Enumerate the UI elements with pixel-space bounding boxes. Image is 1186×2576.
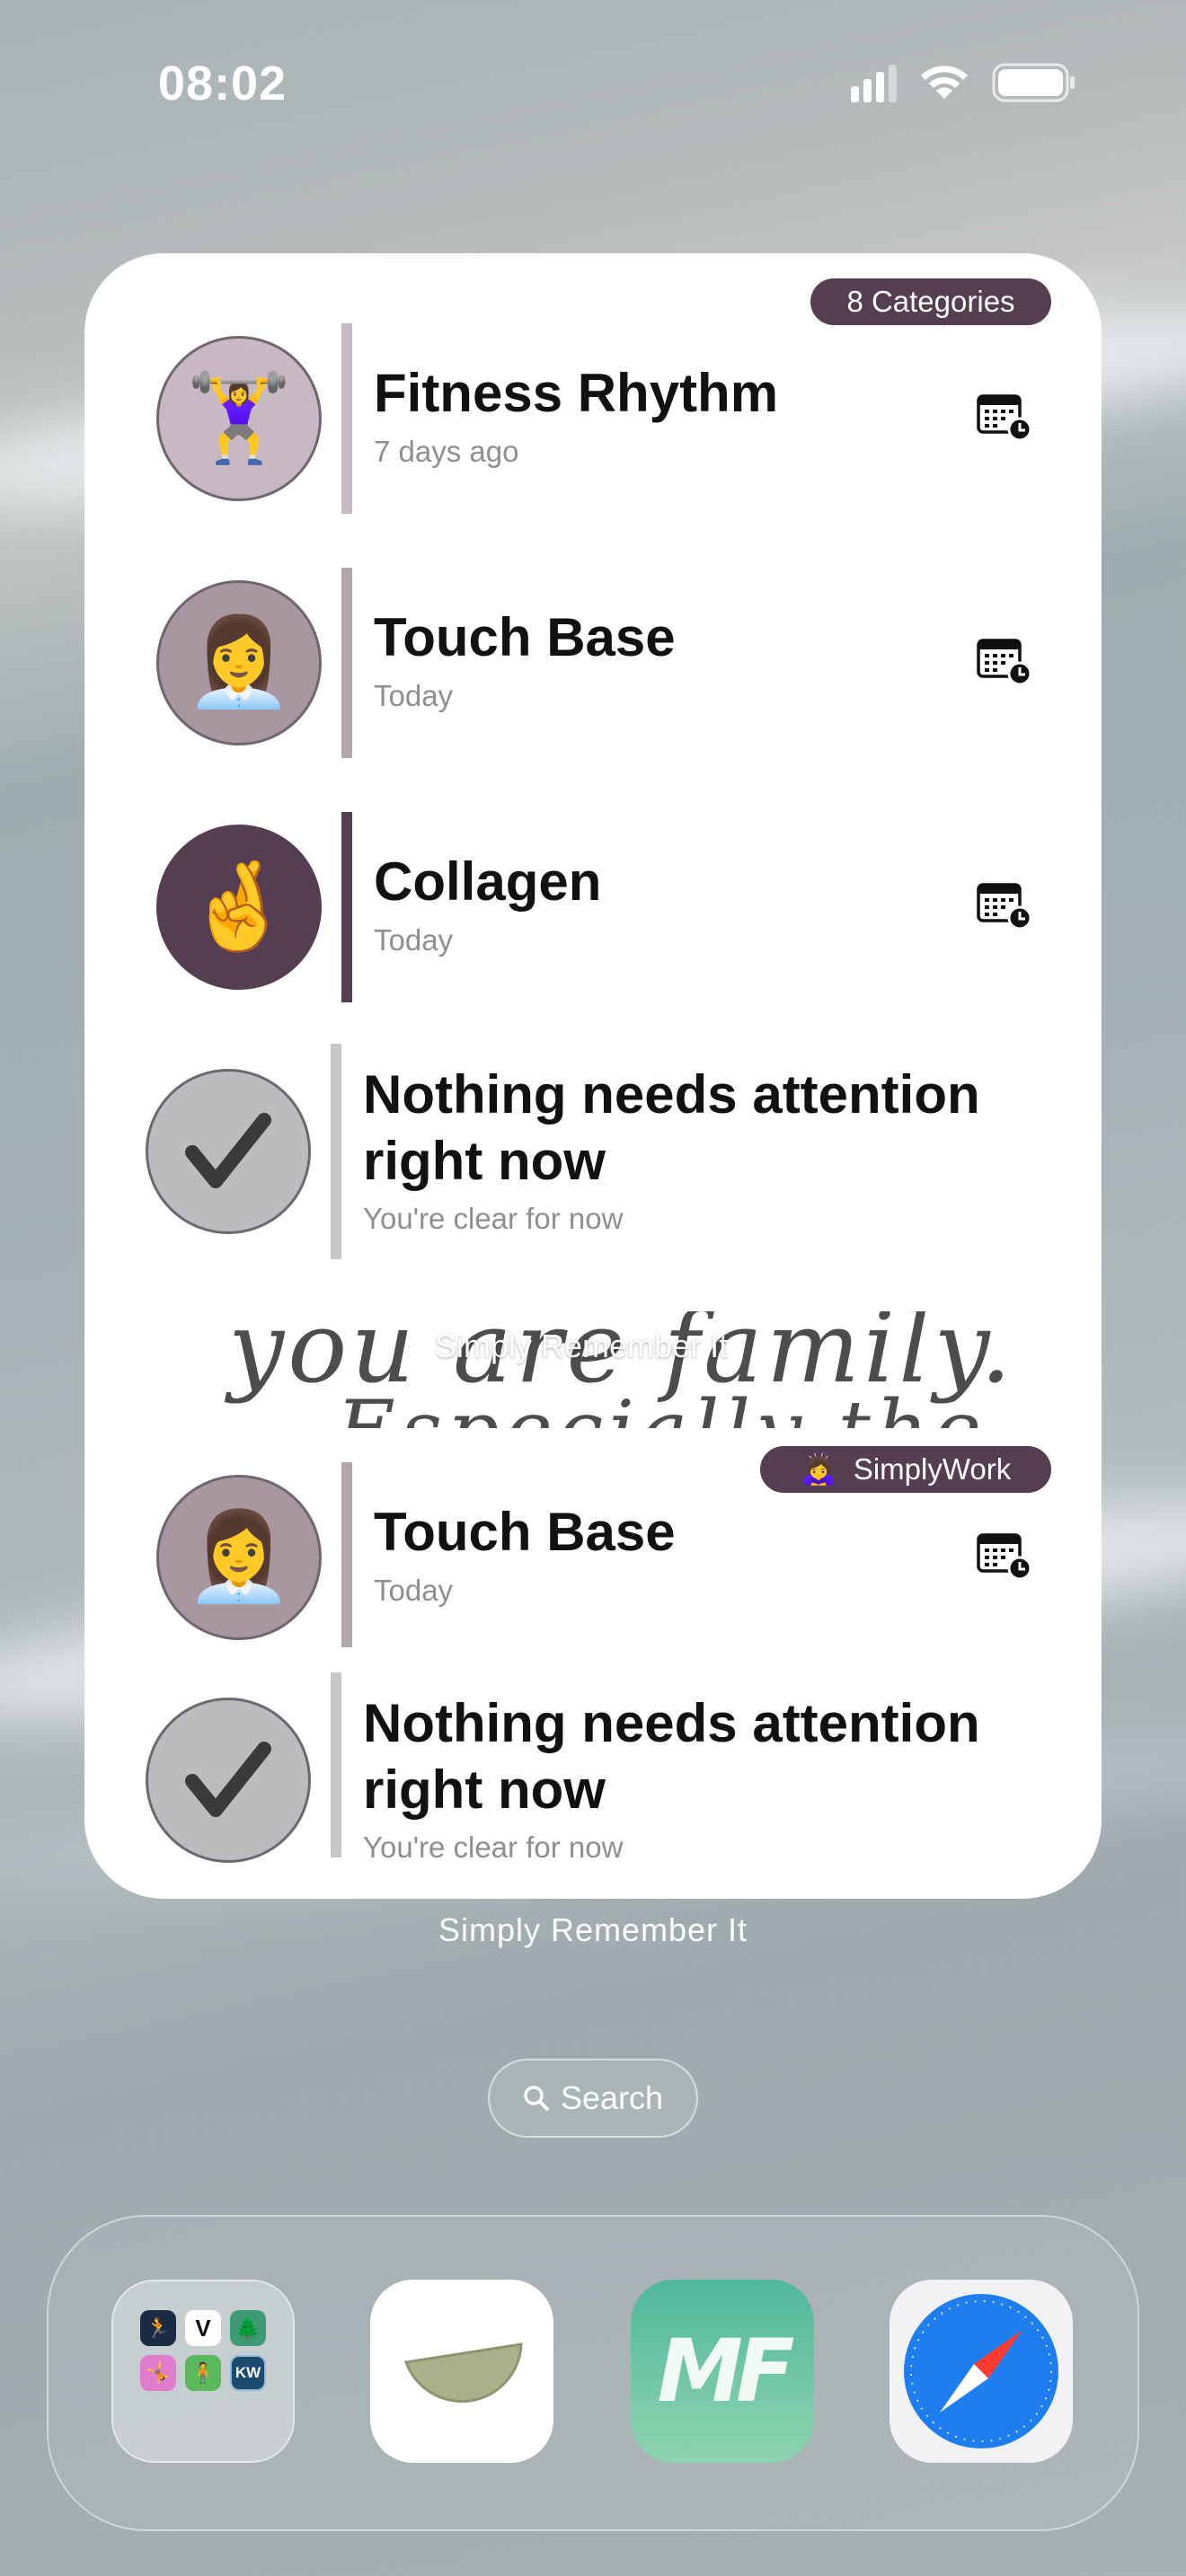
touch-base-avatar: 👩‍💼 bbox=[156, 580, 322, 745]
calendar-clock-icon[interactable] bbox=[976, 1531, 1033, 1581]
category-color-bar bbox=[341, 1462, 352, 1647]
category-color-bar bbox=[331, 1672, 341, 1857]
safari-icon[interactable] bbox=[890, 2280, 1073, 2463]
mini-app-icon: 🧍 bbox=[185, 2355, 221, 2391]
calendar-clock-icon[interactable] bbox=[976, 636, 1033, 686]
reminder-subtitle: Today bbox=[374, 923, 454, 957]
simply-remember-it-widget[interactable]: 8 Categories 🏋️‍♀️ Fitness Rhythm 7 days… bbox=[84, 253, 1102, 1899]
reminder-subtitle: Today bbox=[374, 679, 454, 712]
search-label: Search bbox=[560, 2079, 664, 2116]
fitness-avatar: 🏋️‍♀️ bbox=[156, 336, 322, 501]
reminder-title: Touch Base bbox=[374, 1502, 676, 1562]
mf-logo: MF bbox=[657, 2321, 794, 2422]
calendar-clock-icon[interactable] bbox=[976, 392, 1033, 442]
background-script-text: Especially the bbox=[336, 1383, 987, 1428]
widget-overlay-label: Simply Remember It bbox=[435, 1328, 729, 1364]
lime-app-icon[interactable] bbox=[370, 2280, 553, 2463]
category-color-bar bbox=[341, 568, 352, 758]
mini-app-icon: V bbox=[185, 2310, 221, 2346]
checkmark-icon bbox=[185, 1742, 271, 1817]
app-folder[interactable]: 🏃 V 🌲 🤸 🧍 KW bbox=[111, 2280, 295, 2463]
reminder-title: Touch Base bbox=[374, 607, 676, 667]
weightlifter-icon: 🏋️‍♀️ bbox=[185, 370, 293, 466]
mini-app-icon: 🌲 bbox=[230, 2310, 266, 2346]
status-icons bbox=[851, 63, 1076, 102]
mf-app-icon[interactable]: MF bbox=[631, 2280, 814, 2463]
crossed-fingers-icon: 🤞 bbox=[185, 859, 293, 955]
reminder-title: Fitness Rhythm bbox=[374, 363, 779, 423]
reminder-subtitle: 7 days ago bbox=[374, 435, 519, 468]
reminder-title: Collagen bbox=[374, 851, 602, 912]
touch-base-avatar: 👩‍💼 bbox=[156, 1475, 322, 1640]
empty-state-title: Nothing needs attention right now bbox=[363, 1693, 980, 1820]
search-icon bbox=[524, 2086, 549, 2111]
checkmark-circle bbox=[146, 1069, 311, 1234]
reminder-row-touch-base[interactable]: 👩‍💼 Touch Base Today bbox=[84, 568, 1102, 758]
status-time: 08:02 bbox=[158, 57, 288, 110]
reminder-row-touch-base-work[interactable]: 👩‍💼 Touch Base Today bbox=[84, 1462, 1102, 1653]
office-worker-icon: 👩‍💼 bbox=[185, 1509, 293, 1605]
reminder-row-fitness-rhythm[interactable]: 🏋️‍♀️ Fitness Rhythm 7 days ago bbox=[84, 323, 1102, 514]
category-color-bar bbox=[341, 812, 352, 1002]
categories-badge-label: 8 Categories bbox=[846, 285, 1015, 318]
checkmark-circle bbox=[146, 1698, 311, 1863]
reminder-subtitle: Today bbox=[374, 1574, 454, 1607]
empty-state-subtitle: You're clear for now bbox=[363, 1831, 624, 1864]
categories-badge[interactable]: 8 Categories bbox=[810, 278, 1051, 325]
empty-state-row[interactable]: Nothing needs attention right now You're… bbox=[84, 1044, 1102, 1259]
widget-app-label: Simply Remember It bbox=[438, 1911, 748, 1948]
calendar-clock-icon[interactable] bbox=[976, 880, 1033, 931]
reminder-row-collagen[interactable]: 🤞 Collagen Today bbox=[84, 812, 1102, 1002]
wifi-icon bbox=[921, 66, 968, 99]
empty-state-title: Nothing needs attention right now bbox=[363, 1064, 980, 1191]
mini-app-icon: KW bbox=[230, 2355, 266, 2391]
category-color-bar bbox=[331, 1044, 341, 1259]
empty-state-row[interactable]: Nothing needs attention right now You're… bbox=[84, 1672, 1102, 1888]
empty-state-subtitle: You're clear for now bbox=[363, 1202, 624, 1235]
office-worker-icon: 👩‍💼 bbox=[185, 614, 293, 710]
spotlight-search-button[interactable]: Search bbox=[488, 2059, 698, 2138]
category-color-bar bbox=[341, 323, 352, 514]
battery-icon bbox=[992, 63, 1075, 102]
checkmark-icon bbox=[185, 1113, 271, 1188]
mini-app-icon: 🤸 bbox=[140, 2355, 176, 2391]
cellular-signal-icon bbox=[851, 63, 897, 102]
collagen-avatar: 🤞 bbox=[156, 825, 322, 990]
mini-app-icon: 🏃 bbox=[140, 2310, 176, 2346]
